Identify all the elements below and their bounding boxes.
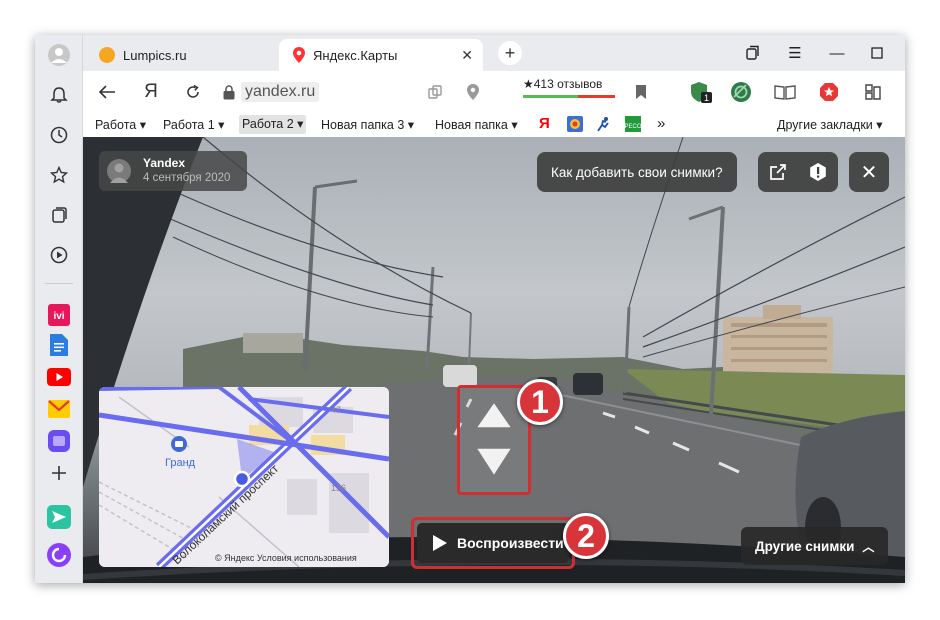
vpn-extension-icon[interactable] [729,80,753,104]
bookmarks-bar: Работа ▾ Работа 1 ▾ Работа 2 ▾ Новая пап… [83,113,905,137]
more-bookmarks-icon[interactable]: » [657,115,665,132]
add-icon[interactable] [47,461,71,485]
tab-lumpics[interactable]: Lumpics.ru [87,39,277,71]
map-pin-favicon-icon [293,47,305,63]
svg-text:1: 1 [704,93,709,103]
reader-book-icon[interactable] [773,80,797,104]
other-bookmarks[interactable]: Другие закладки ▾ [777,117,883,132]
map-place-label: Гранд [165,457,196,469]
arrow-down-icon[interactable] [473,444,515,480]
how-to-add-photos-button[interactable]: Как добавить свои снимки? [537,152,737,192]
yandex-bookmark[interactable]: Я [539,115,550,132]
share-external-icon[interactable] [766,160,790,184]
star-icon[interactable] [47,163,71,187]
messenger-icon[interactable] [47,429,71,453]
copy-link-icon[interactable] [423,80,447,104]
panorama-actions [758,152,838,192]
bookmark-folder[interactable]: Работа 2 ▾ [239,115,307,134]
lock-icon [223,84,235,100]
yandex-logo-button[interactable]: Я [139,80,163,104]
menu-icon[interactable]: ☰ [785,43,805,63]
mini-map-graphic: 47 136 Волоколамский проспект [99,387,389,567]
target-bookmark-icon[interactable] [567,116,583,132]
sidebar: ivi [35,35,83,583]
bookmark-folder[interactable]: Работа ▾ [95,117,146,132]
bookmark-folder[interactable]: Работа 1 ▾ [163,117,224,132]
step-marker-1: 1 [517,379,563,425]
close-panorama-button[interactable]: ✕ [849,152,889,192]
tab-manager-icon[interactable] [743,43,763,63]
collections-extension-icon[interactable] [861,80,885,104]
play-label: Воспроизвести [457,535,564,551]
mail-icon[interactable] [47,397,71,421]
reviews-rating-bar [523,95,615,98]
maximize-icon[interactable] [867,43,887,63]
other-photos-button[interactable]: Другие снимки ︿ [741,527,889,565]
browser-window: ivi Lumpics.ru Яндекс.Карты ✕ + ☰ — Я ya… [35,35,905,583]
youtube-icon[interactable] [47,365,71,389]
tab-strip: Lumpics.ru Яндекс.Карты ✕ + ☰ — ✕ [83,35,905,71]
bell-icon[interactable] [47,83,71,107]
toolbar: Я yandex.ru ★413 отзывов 1 [83,71,905,113]
bookmark-folder[interactable]: Новая папка ▾ [435,117,518,132]
address-bar[interactable]: yandex.ru [223,79,320,105]
bookmark-folder[interactable]: Новая папка 3 ▾ [321,117,414,132]
site-reviews-badge[interactable]: ★413 отзывов [523,77,615,98]
url-text: yandex.ru [241,82,320,102]
play-icon [433,535,447,551]
runner-bookmark-icon[interactable] [595,116,611,132]
minimize-icon[interactable]: — [827,43,847,63]
step-marker-2: 2 [563,513,609,559]
ivi-icon[interactable]: ivi [47,303,71,327]
play-circle-icon[interactable] [47,243,71,267]
close-tab-icon[interactable]: ✕ [461,47,473,64]
history-clock-icon[interactable] [47,123,71,147]
docs-icon[interactable] [47,333,71,357]
svg-text:ivi: ivi [53,311,64,322]
lumpics-favicon-icon [99,47,115,63]
author-avatar [107,159,131,183]
adblock-icon[interactable] [817,80,841,104]
reso-bookmark-icon[interactable]: PECO [624,116,642,132]
location-pin-icon[interactable] [461,80,485,104]
map-label-136: 136 [331,483,346,493]
svg-text:PECO: PECO [625,124,641,130]
adguard-shield-icon[interactable]: 1 [689,80,713,104]
tab-title: Lumpics.ru [123,47,187,63]
report-problem-icon[interactable] [806,160,830,184]
reviews-text: ★413 отзывов [523,77,603,91]
tab-yandex-maps[interactable]: Яндекс.Карты ✕ [279,39,483,71]
mini-map[interactable]: 47 136 Волоколамский проспект Гранд © Ян… [99,387,389,567]
photo-author-card[interactable]: Yandex 4 сентября 2020 [99,151,247,191]
send-icon[interactable] [47,505,71,529]
reload-icon[interactable] [181,80,205,104]
panorama-viewer[interactable]: Yandex 4 сентября 2020 Как добавить свои… [83,137,905,583]
map-credits[interactable]: © Яндекс Условия использования [215,553,357,563]
author-name: Yandex [143,156,186,170]
tab-title: Яндекс.Карты [313,47,398,63]
other-photos-label: Другие снимки [755,538,855,554]
chevron-up-icon: ︿ [862,539,875,554]
sidebar-divider [45,283,73,284]
profile-avatar[interactable] [47,43,71,67]
new-tab-button[interactable]: + [498,41,522,65]
bookmark-icon[interactable] [629,80,653,104]
map-label-47: 47 [331,405,341,415]
photo-date: 4 сентября 2020 [143,172,231,184]
collections-icon[interactable] [47,203,71,227]
back-arrow-icon[interactable] [95,80,119,104]
play-button-highlight: Воспроизвести [411,517,575,569]
play-button[interactable]: Воспроизвести [417,523,569,563]
arrow-up-icon[interactable] [473,398,515,434]
alice-icon[interactable] [47,543,71,567]
